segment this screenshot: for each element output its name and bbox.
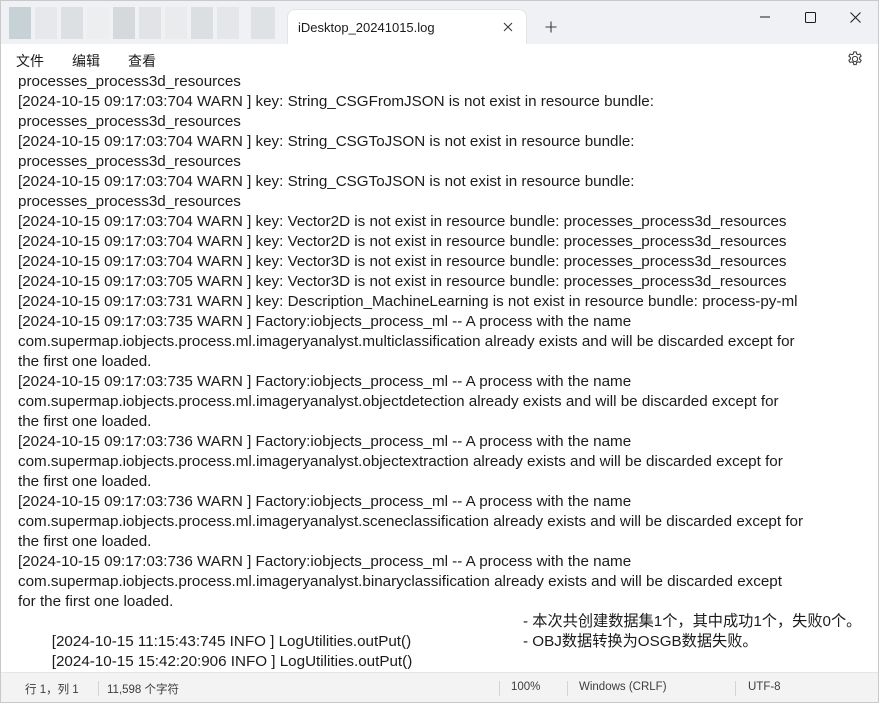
blurred-tab-icon[interactable] <box>87 7 109 39</box>
blurred-tab-icon[interactable] <box>165 7 187 39</box>
editor-content: processes_process3d_resources [2024-10-1… <box>18 74 868 670</box>
blurred-tab-icon[interactable] <box>61 7 83 39</box>
text-line: com.supermap.iobjects.process.ml.imagery… <box>18 513 804 530</box>
text-line: [2024-10-15 09:17:03:736 WARN ] Factory:… <box>18 553 632 570</box>
status-divider <box>499 681 500 696</box>
blurred-tab-icon[interactable] <box>251 7 275 39</box>
text-line: the first one loaded. <box>18 533 152 550</box>
text-line: com.supermap.iobjects.process.ml.imagery… <box>18 333 795 350</box>
text-line: [2024-10-15 09:17:03:704 WARN ] key: Str… <box>18 173 635 190</box>
status-divider <box>735 681 736 696</box>
blurred-tab-icon[interactable] <box>113 7 135 39</box>
line-ending[interactable]: Windows (CRLF) <box>579 681 667 693</box>
gear-icon[interactable] <box>846 50 864 68</box>
tab-active-file[interactable]: iDesktop_20241015.log <box>287 9 527 45</box>
text-line: for the first one loaded. <box>18 593 174 610</box>
tab-title: iDesktop_20241015.log <box>298 20 435 35</box>
text-editor[interactable]: processes_process3d_resources [2024-10-1… <box>1 74 878 671</box>
character-count: 11,598 个字符 <box>107 684 180 696</box>
text-line: [2024-10-15 09:17:03:704 WARN ] key: Vec… <box>18 253 787 270</box>
text-line: [2024-10-15 09:17:03:735 WARN ] Factory:… <box>18 373 632 390</box>
info-prefix: [2024-10-15 15:42:20:906 INFO ] LogUtili… <box>51 653 413 670</box>
text-line-info: [2024-10-15 15:42:20:906 INFO ] LogUtili… <box>18 632 868 670</box>
text-line: com.supermap.iobjects.process.ml.imagery… <box>18 573 782 590</box>
text-line: processes_process3d_resources <box>18 193 241 210</box>
blurred-tab-icon[interactable] <box>191 7 213 39</box>
new-tab-button[interactable] <box>539 15 563 39</box>
text-line: [2024-10-15 09:17:03:704 WARN ] key: Vec… <box>18 233 787 250</box>
text-line: processes_process3d_resources <box>18 153 241 170</box>
tab-close-button[interactable] <box>498 17 518 37</box>
plus-icon <box>545 21 557 33</box>
minimize-button[interactable] <box>742 1 788 33</box>
minimize-icon <box>760 16 770 18</box>
maximize-button[interactable] <box>787 1 833 33</box>
text-line: processes_process3d_resources <box>18 113 241 130</box>
text-line: the first one loaded. <box>18 473 152 490</box>
notepad-window: iDesktop_20241015.log 文件 编辑 查看 processes… <box>0 0 879 703</box>
text-line: com.supermap.iobjects.process.ml.imagery… <box>18 393 779 410</box>
status-divider <box>567 681 568 696</box>
zoom-level[interactable]: 100% <box>511 681 540 693</box>
status-bar: 行 1，列 1 11,598 个字符 100% Windows (CRLF) U… <box>1 672 878 702</box>
blurred-tab-icon[interactable] <box>9 7 31 39</box>
text-line: [2024-10-15 09:17:03:704 WARN ] key: Vec… <box>18 213 787 230</box>
blurred-tab-icon[interactable] <box>35 7 57 39</box>
blurred-tab-icon[interactable] <box>217 7 239 39</box>
close-icon <box>849 11 861 23</box>
cursor-position[interactable]: 行 1，列 1 <box>25 681 79 697</box>
menu-view[interactable]: 查看 <box>128 51 156 71</box>
close-icon <box>503 22 513 32</box>
info-message: - OBJ数据转换为OSGB数据失败。 <box>523 633 758 650</box>
menu-file[interactable]: 文件 <box>16 51 44 71</box>
text-line: processes_process3d_resources <box>18 74 241 90</box>
text-line-info: [2024-10-15 11:15:43:745 INFO ] LogUtili… <box>18 612 868 650</box>
text-line: [2024-10-15 09:17:03:736 WARN ] Factory:… <box>18 433 632 450</box>
text-line: the first one loaded. <box>18 353 152 370</box>
title-bar: iDesktop_20241015.log <box>1 1 878 45</box>
close-window-button[interactable] <box>832 1 878 33</box>
encoding[interactable]: UTF-8 <box>748 681 781 693</box>
text-line: the first one loaded. <box>18 413 152 430</box>
text-line: [2024-10-15 09:17:03:736 WARN ] Factory:… <box>18 493 632 510</box>
text-line: [2024-10-15 09:17:03:705 WARN ] key: Vec… <box>18 273 787 290</box>
menu-bar: 文件 编辑 查看 <box>1 44 878 74</box>
text-line: [2024-10-15 09:17:03:704 WARN ] key: Str… <box>18 93 654 110</box>
text-line: [2024-10-15 09:17:03:704 WARN ] key: Str… <box>18 133 635 150</box>
blurred-tab-icon[interactable] <box>139 7 161 39</box>
menu-edit[interactable]: 编辑 <box>72 51 100 71</box>
status-divider <box>98 681 99 696</box>
text-line: [2024-10-15 09:17:03:735 WARN ] Factory:… <box>18 313 632 330</box>
text-line: [2024-10-15 09:17:03:731 WARN ] key: Des… <box>18 293 798 310</box>
maximize-icon <box>804 11 816 23</box>
info-message: - 本次共创建数据集1个，其中成功1个，失败0个。 <box>523 613 862 630</box>
text-line: com.supermap.iobjects.process.ml.imagery… <box>18 453 783 470</box>
